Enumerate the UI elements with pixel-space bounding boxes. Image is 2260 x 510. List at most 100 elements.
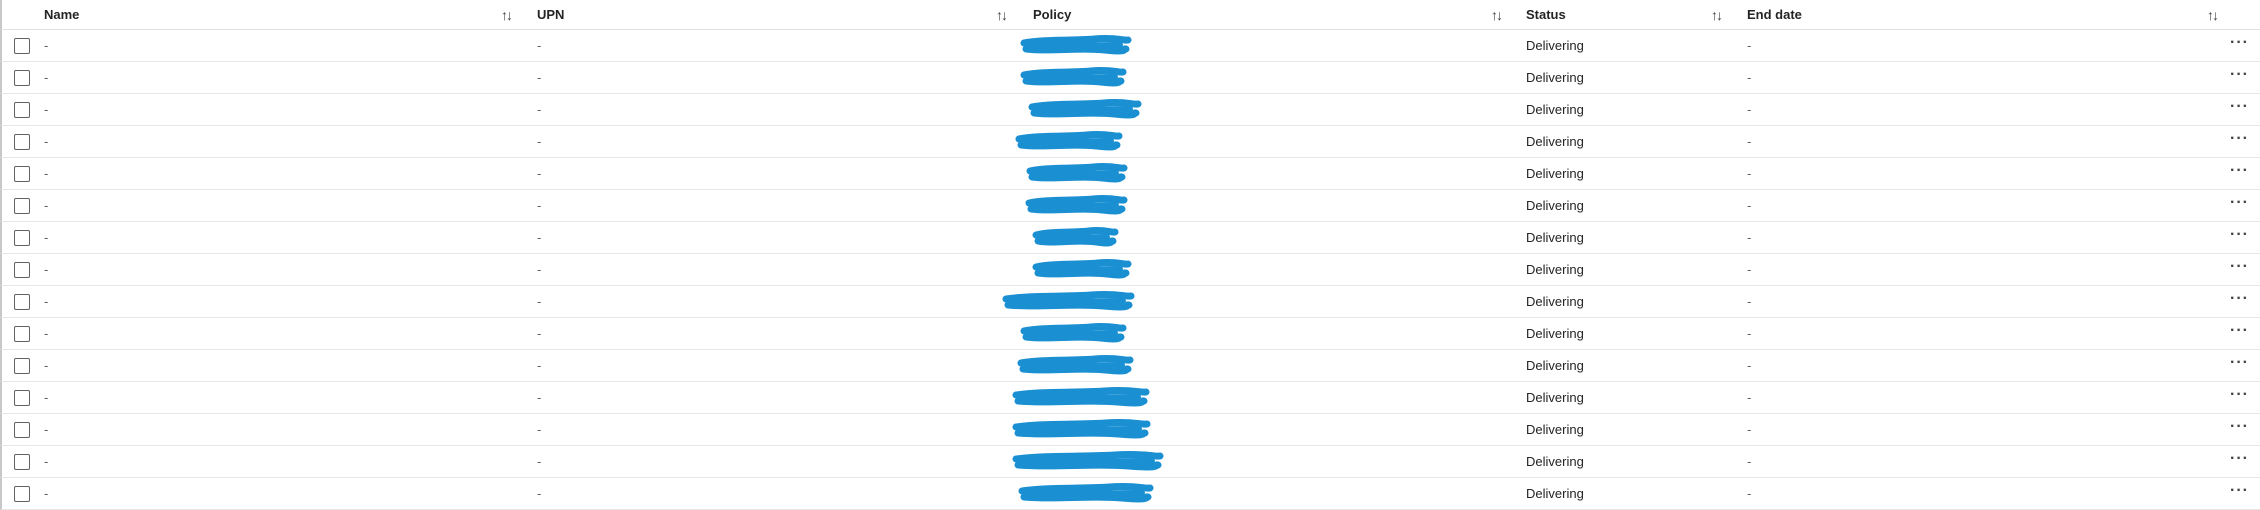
table-row[interactable]: - - Delivering - ··· xyxy=(0,286,2260,318)
table-row[interactable]: - - Delivering - ··· xyxy=(0,190,2260,222)
table-row[interactable]: - - Delivering - ··· xyxy=(0,318,2260,350)
sort-upn-icon[interactable]: ↑↓ xyxy=(996,0,1008,30)
cell-name: - xyxy=(44,454,49,469)
table-row[interactable]: - - Delivering - ··· xyxy=(0,478,2260,510)
table-row[interactable]: - - Delivering - ··· xyxy=(0,254,2260,286)
cell-name: - xyxy=(44,38,49,53)
cell-end-date: - xyxy=(1747,198,1752,213)
column-header-name[interactable]: Name xyxy=(44,0,79,30)
more-actions-icon[interactable]: ··· xyxy=(2230,62,2249,88)
cell-status: Delivering xyxy=(1526,422,1584,437)
table-row[interactable]: - - Delivering - ··· xyxy=(0,158,2260,190)
cell-end-date: - xyxy=(1747,166,1752,181)
cell-end-date: - xyxy=(1747,454,1752,469)
more-actions-icon[interactable]: ··· xyxy=(2230,190,2249,216)
more-actions-icon[interactable]: ··· xyxy=(2230,478,2249,504)
row-select-checkbox[interactable] xyxy=(14,230,30,246)
row-select-checkbox[interactable] xyxy=(14,38,30,54)
sort-policy-icon[interactable]: ↑↓ xyxy=(1491,0,1503,30)
cell-name: - xyxy=(44,486,49,501)
table-row[interactable]: - - Delivering - ··· xyxy=(0,62,2260,94)
cell-status: Delivering xyxy=(1526,102,1584,117)
cell-name: - xyxy=(44,326,49,341)
more-actions-icon[interactable]: ··· xyxy=(2230,126,2249,152)
policy-redaction-mark xyxy=(1012,414,1151,446)
policy-redaction-mark xyxy=(1032,222,1119,254)
more-actions-icon[interactable]: ··· xyxy=(2230,318,2249,344)
sort-end-date-icon[interactable]: ↑↓ xyxy=(2207,0,2219,30)
row-select-checkbox[interactable] xyxy=(14,454,30,470)
cell-upn: - xyxy=(537,454,542,469)
grid-body: - - Delivering - ··· - - Delivering - ··… xyxy=(0,30,2260,510)
more-actions-icon[interactable]: ··· xyxy=(2230,414,2249,440)
policy-redaction-mark xyxy=(1026,158,1128,190)
policy-delivery-grid: Name ↑↓ UPN ↑↓ Policy ↑↓ Status ↑↓ End d… xyxy=(0,0,2260,510)
sort-status-icon[interactable]: ↑↓ xyxy=(1711,0,1723,30)
column-header-upn[interactable]: UPN xyxy=(537,0,564,30)
table-row[interactable]: - - Delivering - ··· xyxy=(0,382,2260,414)
more-actions-icon[interactable]: ··· xyxy=(2230,222,2249,248)
policy-redaction-mark xyxy=(1020,318,1127,350)
cell-name: - xyxy=(44,358,49,373)
row-select-checkbox[interactable] xyxy=(14,198,30,214)
row-select-checkbox[interactable] xyxy=(14,102,30,118)
cell-upn: - xyxy=(537,294,542,309)
row-select-checkbox[interactable] xyxy=(14,166,30,182)
row-select-checkbox[interactable] xyxy=(14,326,30,342)
cell-status: Delivering xyxy=(1526,326,1584,341)
sort-name-icon[interactable]: ↑↓ xyxy=(501,0,513,30)
cell-status: Delivering xyxy=(1526,262,1584,277)
row-select-checkbox[interactable] xyxy=(14,294,30,310)
cell-status: Delivering xyxy=(1526,358,1584,373)
table-row[interactable]: - - Delivering - ··· xyxy=(0,414,2260,446)
cell-status: Delivering xyxy=(1526,230,1584,245)
more-actions-icon[interactable]: ··· xyxy=(2230,350,2249,376)
more-actions-icon[interactable]: ··· xyxy=(2230,94,2249,120)
cell-end-date: - xyxy=(1747,294,1752,309)
row-select-checkbox[interactable] xyxy=(14,486,30,502)
more-actions-icon[interactable]: ··· xyxy=(2230,382,2249,408)
row-select-checkbox[interactable] xyxy=(14,390,30,406)
column-header-end-date[interactable]: End date xyxy=(1747,0,1802,30)
row-select-checkbox[interactable] xyxy=(14,70,30,86)
cell-end-date: - xyxy=(1747,486,1752,501)
cell-end-date: - xyxy=(1747,70,1752,85)
policy-redaction-mark xyxy=(1015,126,1123,158)
policy-redaction-mark xyxy=(1017,350,1134,382)
cell-end-date: - xyxy=(1747,230,1752,245)
row-select-checkbox[interactable] xyxy=(14,358,30,374)
table-row[interactable]: - - Delivering - ··· xyxy=(0,126,2260,158)
cell-upn: - xyxy=(537,166,542,181)
column-header-status[interactable]: Status xyxy=(1526,0,1566,30)
more-actions-icon[interactable]: ··· xyxy=(2230,446,2249,472)
cell-end-date: - xyxy=(1747,134,1752,149)
cell-upn: - xyxy=(537,486,542,501)
cell-status: Delivering xyxy=(1526,198,1584,213)
cell-name: - xyxy=(44,198,49,213)
cell-status: Delivering xyxy=(1526,390,1584,405)
column-header-policy[interactable]: Policy xyxy=(1033,0,1071,30)
policy-redaction-mark xyxy=(1028,94,1142,126)
more-actions-icon[interactable]: ··· xyxy=(2230,286,2249,312)
cell-name: - xyxy=(44,294,49,309)
cell-name: - xyxy=(44,230,49,245)
more-actions-icon[interactable]: ··· xyxy=(2230,158,2249,184)
row-select-checkbox[interactable] xyxy=(14,262,30,278)
table-row[interactable]: - - Delivering - ··· xyxy=(0,222,2260,254)
cell-end-date: - xyxy=(1747,390,1752,405)
row-select-checkbox[interactable] xyxy=(14,134,30,150)
table-row[interactable]: - - Delivering - ··· xyxy=(0,350,2260,382)
cell-upn: - xyxy=(537,198,542,213)
more-actions-icon[interactable]: ··· xyxy=(2230,30,2249,56)
cell-end-date: - xyxy=(1747,358,1752,373)
table-row[interactable]: - - Delivering - ··· xyxy=(0,446,2260,478)
cell-status: Delivering xyxy=(1526,486,1584,501)
cell-status: Delivering xyxy=(1526,38,1584,53)
row-select-checkbox[interactable] xyxy=(14,422,30,438)
policy-redaction-mark xyxy=(1018,478,1154,510)
cell-upn: - xyxy=(537,134,542,149)
table-row[interactable]: - - Delivering - ··· xyxy=(0,94,2260,126)
more-actions-icon[interactable]: ··· xyxy=(2230,254,2249,280)
cell-upn: - xyxy=(537,358,542,373)
table-row[interactable]: - - Delivering - ··· xyxy=(0,30,2260,62)
